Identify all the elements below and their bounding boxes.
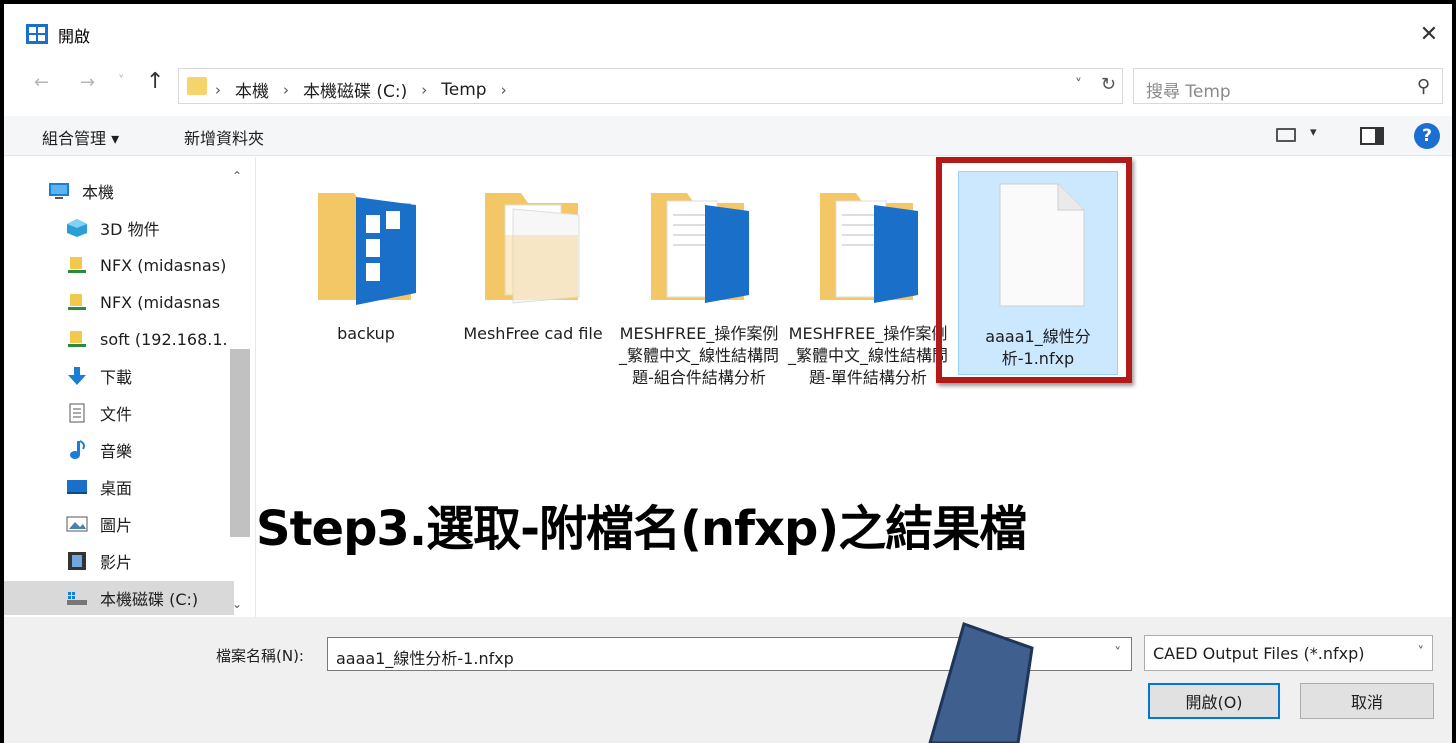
download-icon: [68, 367, 86, 385]
help-icon[interactable]: ?: [1414, 123, 1440, 149]
app-window-icon: [26, 24, 48, 44]
music-icon: [70, 440, 85, 459]
step-annotation: Step3.選取-附檔名(nfxp)之結果檔: [256, 501, 1027, 557]
change-view-icon[interactable]: [1276, 128, 1296, 142]
sidebar-item-videos[interactable]: 影片: [66, 544, 132, 578]
breadcrumb-separator[interactable]: ›: [421, 81, 427, 99]
command-toolbar: 組合管理 ▾ 新增資料夾 ▾ ?: [4, 116, 1452, 156]
filetype-select[interactable]: CAED Output Files (*.nfxp) ˅: [1144, 635, 1433, 671]
sidebar-item-pictures[interactable]: 圖片: [66, 507, 132, 541]
sidebar-item-label: 文件: [100, 405, 133, 424]
refresh-icon[interactable]: ↻: [1101, 74, 1116, 95]
3d-objects-icon: [67, 219, 87, 237]
computer-icon: [49, 183, 69, 199]
chevron-down-icon[interactable]: ˅: [1075, 77, 1082, 93]
sidebar-item-label: 3D 物件: [100, 220, 160, 239]
file-item-meshfree-single[interactable]: MESHFREE_操作案例_繁體中文_線性結構問題-單件結構分析: [788, 175, 948, 389]
folder-icon: [651, 193, 749, 303]
new-folder-button[interactable]: 新增資料夾: [184, 125, 264, 149]
folder-icon: [820, 193, 918, 303]
breadcrumb-separator: ›: [215, 80, 221, 99]
scroll-down-icon[interactable]: ⌄: [232, 597, 242, 611]
breadcrumb-item-temp[interactable]: Temp: [441, 80, 486, 100]
highlight-box: [936, 157, 1132, 383]
close-icon: ✕: [1419, 21, 1439, 47]
breadcrumb-separator[interactable]: ›: [283, 81, 289, 99]
sidebar-item-nfx-1[interactable]: NFX (midasnas): [66, 248, 226, 282]
chevron-down-icon[interactable]: ˅: [1418, 645, 1425, 660]
folder-icon: [485, 193, 580, 304]
sidebar-item-label: 音樂: [100, 442, 133, 461]
chevron-down-icon[interactable]: ˅: [1115, 646, 1122, 661]
file-name: MESHFREE_操作案例_繁體中文_線性結構問題-組合件結構分析: [619, 324, 780, 387]
breadcrumb-separator[interactable]: ›: [501, 81, 507, 99]
sidebar-item-label: 下載: [100, 368, 133, 387]
folder-icon: [318, 193, 416, 305]
open-button[interactable]: 開啟(O): [1148, 683, 1280, 719]
sidebar-item-desktop[interactable]: 桌面: [66, 470, 132, 504]
local-disk-icon: [67, 592, 87, 605]
scroll-up-icon[interactable]: ⌃: [232, 169, 242, 183]
up-arrow-icon[interactable]: ↑: [146, 69, 164, 94]
breadcrumb: › 本機 › 本機磁碟 (C:) › Temp ›: [215, 77, 507, 103]
file-item-meshfree-assembly[interactable]: MESHFREE_操作案例_繁體中文_線性結構問題-組合件結構分析: [619, 175, 779, 389]
recent-locations-icon[interactable]: ˅: [118, 74, 125, 89]
sidebar-item-this-pc[interactable]: 本機: [48, 174, 114, 208]
dialog-footer: 檔案名稱(N): aaaa1_線性分析-1.nfxp ˅ CAED Output…: [4, 617, 1452, 743]
folder-icon: [187, 77, 207, 95]
file-name: backup: [337, 324, 395, 343]
sidebar-item-label: soft (192.168.1.: [100, 329, 228, 349]
filetype-value: CAED Output Files (*.nfxp): [1153, 644, 1365, 663]
file-item-meshfree-cad[interactable]: MeshFree cad file: [453, 175, 613, 345]
pointer-arrow-icon: [928, 622, 1034, 743]
sidebar-item-label: NFX (midasnas: [100, 292, 221, 312]
network-drive-icon: [68, 294, 86, 310]
sidebar-item-label: NFX (midasnas): [100, 255, 227, 275]
sidebar-item-soft[interactable]: soft (192.168.1.: [66, 322, 228, 356]
title-bar: 開啟 ✕: [4, 4, 1452, 56]
sidebar-item-label: 影片: [100, 553, 133, 572]
desktop-icon: [67, 480, 87, 494]
network-drive-icon: [68, 331, 86, 347]
sidebar-item-local-disk[interactable]: 本機磁碟 (C:): [4, 581, 234, 615]
file-name: MESHFREE_操作案例_繁體中文_線性結構問題-單件結構分析: [788, 324, 949, 387]
sidebar-item-label: 圖片: [100, 516, 133, 535]
sidebar-item-downloads[interactable]: 下載: [66, 359, 132, 393]
search-input[interactable]: 搜尋 Temp ⚲: [1133, 68, 1443, 104]
forward-icon[interactable]: →: [80, 72, 95, 93]
search-placeholder: 搜尋 Temp: [1146, 82, 1231, 102]
sidebar-item-music[interactable]: 音樂: [66, 433, 132, 467]
organize-button[interactable]: 組合管理 ▾: [42, 125, 119, 149]
network-drive-icon: [68, 257, 86, 273]
open-file-dialog: 開啟 ✕ ← → ˅ ↑ › 本機 › 本機磁碟 (C:) › Temp › ˅…: [4, 4, 1452, 743]
file-name: MeshFree cad file: [463, 324, 603, 343]
filename-value: aaaa1_線性分析-1.nfxp: [336, 649, 514, 668]
breadcrumb-item-local-disk[interactable]: 本機磁碟 (C:): [303, 77, 407, 102]
preview-pane-icon[interactable]: [1360, 127, 1384, 145]
pictures-icon: [66, 516, 88, 532]
sidebar-item-label: 本機: [82, 183, 115, 202]
sidebar-item-label: 本機磁碟 (C:): [100, 590, 199, 609]
navigation-pane: 本機 3D 物件 NFX (midasnas) NFX (midasnas so…: [4, 157, 256, 617]
address-bar[interactable]: › 本機 › 本機磁碟 (C:) › Temp › ˅ ↻: [178, 68, 1123, 104]
filename-label: 檔案名稱(N):: [216, 647, 304, 665]
navigation-bar: ← → ˅ ↑ › 本機 › 本機磁碟 (C:) › Temp › ˅ ↻ 搜尋…: [4, 64, 1452, 108]
cancel-button[interactable]: 取消: [1300, 683, 1434, 719]
sidebar-scrollbar-thumb[interactable]: [230, 349, 250, 537]
sidebar-item-label: 桌面: [100, 479, 133, 498]
sidebar-item-documents[interactable]: 文件: [66, 396, 132, 430]
search-icon[interactable]: ⚲: [1417, 76, 1430, 97]
view-options-dropdown[interactable]: ▾: [1310, 125, 1317, 140]
breadcrumb-item-this-pc[interactable]: 本機: [235, 77, 269, 102]
file-item-backup[interactable]: backup: [286, 175, 446, 345]
window-title: 開啟: [58, 27, 91, 46]
sidebar-item-nfx-2[interactable]: NFX (midasnas: [66, 285, 220, 319]
document-icon: [69, 403, 85, 423]
videos-icon: [68, 552, 86, 570]
sidebar-item-3d-objects[interactable]: 3D 物件: [66, 211, 160, 245]
close-button[interactable]: ✕: [1406, 16, 1452, 52]
back-icon[interactable]: ←: [34, 72, 49, 93]
